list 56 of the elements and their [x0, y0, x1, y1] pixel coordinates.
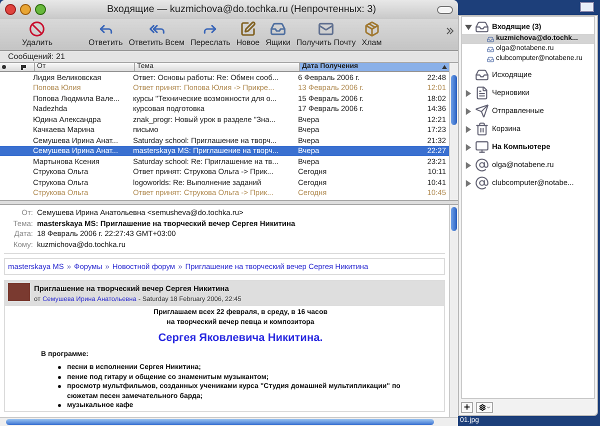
scrollbar[interactable]: [449, 63, 458, 200]
toolbar-button[interactable]: Переслать: [190, 21, 230, 49]
at-sign-icon: [475, 176, 489, 190]
collapsed-triangle-icon[interactable]: [465, 162, 472, 168]
message-count: Сообщений: 21: [8, 50, 65, 62]
envelope-icon: [318, 21, 334, 37]
action-menu-button[interactable]: [476, 402, 493, 412]
toolbar-button[interactable]: Ответить: [88, 21, 123, 49]
bullet-icon: [58, 385, 61, 388]
outbox-icon: [475, 68, 489, 82]
toolbar-button[interactable]: Ящики: [266, 21, 290, 49]
mailbox-icon: [270, 21, 286, 37]
bullet-icon: [58, 404, 61, 408]
no-entry-icon: [29, 21, 46, 37]
caret-icon: [486, 404, 490, 410]
toolbar-toggle-button[interactable]: [437, 6, 453, 14]
desktop-file-icon[interactable]: [580, 2, 594, 12]
toolbar-button[interactable]: Хлам: [362, 21, 382, 49]
toolbar-button[interactable]: Новое: [236, 21, 260, 49]
toolbar-button[interactable]: Ответить Всем: [128, 21, 184, 49]
add-mailbox-button[interactable]: [461, 402, 473, 412]
scrollbar[interactable]: [449, 205, 458, 417]
trash-icon: [475, 122, 489, 136]
post-headline: Сергея Яковлевича Никитина.: [158, 331, 323, 346]
flag-column-icon[interactable]: [21, 64, 26, 70]
monitor-icon: [475, 140, 489, 154]
document-icon: [475, 86, 489, 100]
sort-ascending-icon: [442, 65, 447, 69]
toolbar-button[interactable]: Удалить: [22, 21, 53, 49]
inbox-icon: [475, 20, 489, 34]
collapsed-triangle-icon[interactable]: [465, 126, 472, 132]
overflow-chevron-icon[interactable]: [446, 27, 454, 35]
unread-column-dot-icon[interactable]: [2, 65, 6, 69]
collapsed-triangle-icon[interactable]: [465, 144, 472, 150]
minimize-button[interactable]: [20, 4, 31, 15]
paper-plane-icon: [475, 104, 489, 118]
close-button[interactable]: [5, 4, 16, 15]
collapsed-triangle-icon[interactable]: [465, 108, 472, 114]
mailbox-icon: [487, 46, 494, 52]
toolbar-button[interactable]: Получить Почту: [296, 21, 356, 49]
bullet-icon: [58, 366, 61, 370]
mailbox-icon: [487, 56, 494, 62]
expanded-triangle-icon[interactable]: [465, 24, 472, 30]
scrollbar[interactable]: [0, 417, 458, 426]
zoom-button[interactable]: [35, 4, 46, 15]
collapsed-triangle-icon[interactable]: [465, 90, 472, 96]
package-icon: [364, 21, 380, 37]
plus-icon: [463, 403, 471, 411]
mailbox-icon: [487, 36, 494, 42]
window-title: Входящие — kuzmichova@do.tochka.ru (Непрочтенных: 3): [106, 3, 378, 17]
avatar-photo-placeholder: [8, 283, 30, 302]
pencil-note-icon: [240, 21, 256, 37]
at-sign-icon: [475, 158, 489, 172]
settings-icon: [478, 404, 486, 410]
collapsed-triangle-icon[interactable]: [465, 180, 472, 186]
bullet-icon: [58, 376, 61, 379]
